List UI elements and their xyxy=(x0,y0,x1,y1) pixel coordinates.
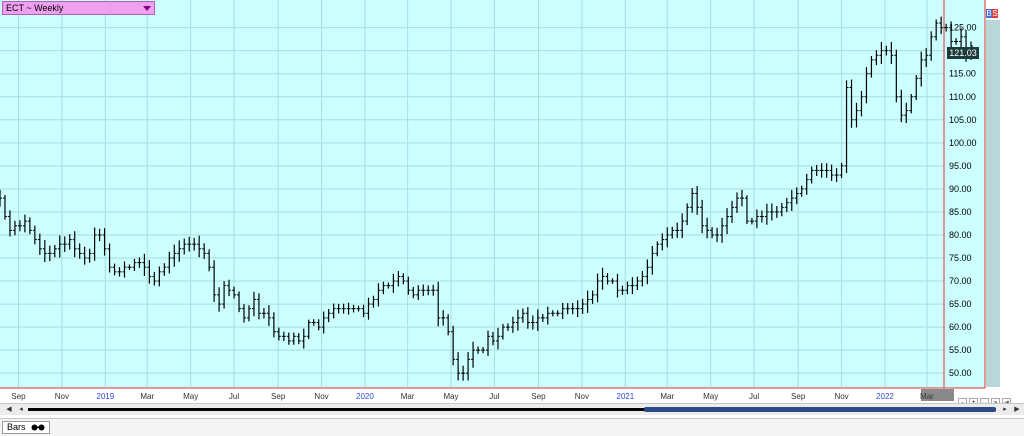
x-tick-label: Nov xyxy=(55,392,69,401)
y-tick-label: 55.00 xyxy=(949,345,972,355)
last-price-label: 121.03 xyxy=(947,47,979,59)
y-tick-label: 65.00 xyxy=(949,299,972,309)
price-chart[interactable]: 50.00 55.00 60.00 65.00 70.00 75.00 80.00 85.00… xyxy=(0,0,1024,402)
x-tick-label: 2021 xyxy=(616,392,634,401)
tab-bars[interactable]: Bars xyxy=(2,421,51,434)
x-tick-label: Sep xyxy=(531,392,546,401)
x-tick-label: Nov xyxy=(834,392,848,401)
y-tick-label: 75.00 xyxy=(949,253,972,263)
chart-window: 50.00 55.00 60.00 65.00 70.00 75.00 80.00 85.00… xyxy=(0,0,1024,436)
y-tick-label: 100.00 xyxy=(949,138,977,148)
symbol-label: ECT ~ Weekly xyxy=(6,3,64,13)
scroll-right-icon[interactable]: ▶ xyxy=(1012,405,1022,415)
y-tick-label: 115.00 xyxy=(949,69,976,79)
y-tick-label: 90.00 xyxy=(949,184,972,194)
x-tick-label: Nov xyxy=(575,392,589,401)
y-tick-label: 80.00 xyxy=(949,230,972,240)
y-tick-label: 60.00 xyxy=(949,322,972,332)
symbol-selector[interactable]: ECT ~ Weekly xyxy=(2,1,155,15)
horizontal-scrollbar[interactable]: ◀ ◂ ▸ ▶ xyxy=(0,403,1024,415)
y-tick-label: 50.00 xyxy=(949,368,972,378)
y-tick-label: 125.00 xyxy=(949,23,977,33)
x-tick-label: Jul xyxy=(489,392,499,401)
tab-bars-label: Bars xyxy=(7,422,26,432)
x-tick-label: Mar xyxy=(660,392,674,401)
scroll-step-right-icon[interactable]: ▸ xyxy=(1000,405,1010,415)
glasses-icon xyxy=(31,424,45,431)
status-bar: Bars xyxy=(0,418,1024,436)
scroll-thumb[interactable] xyxy=(644,407,996,412)
dropdown-arrow-icon xyxy=(143,6,151,11)
x-tick-label: Nov xyxy=(314,392,328,401)
y-tick-label: 85.00 xyxy=(949,207,972,217)
x-tick-label: 2019 xyxy=(96,392,114,401)
x-tick-label: Jul xyxy=(229,392,239,401)
chart-nav-buttons: ‐+↔»⇥ xyxy=(958,391,1013,407)
scroll-left-icon[interactable]: ◀ xyxy=(4,405,14,415)
x-tick-label: Mar xyxy=(920,392,934,401)
x-tick-label: Sep xyxy=(11,392,26,401)
x-tick-label: Mar xyxy=(401,392,415,401)
x-tick-label: May xyxy=(443,392,458,401)
x-tick-label: Sep xyxy=(271,392,286,401)
scale-strip xyxy=(986,20,1000,387)
x-tick-label: Sep xyxy=(791,392,806,401)
x-tick-label: May xyxy=(703,392,718,401)
x-tick-label: 2022 xyxy=(876,392,894,401)
sell-tag[interactable]: S xyxy=(992,9,998,18)
y-tick-label: 110.00 xyxy=(949,92,976,102)
x-tick-label: 2020 xyxy=(356,392,374,401)
y-tick-label: 105.00 xyxy=(949,115,977,125)
scroll-step-left-icon[interactable]: ◂ xyxy=(16,405,26,415)
x-tick-label: May xyxy=(183,392,198,401)
y-tick-label: 95.00 xyxy=(949,161,972,171)
x-tick-label: Mar xyxy=(140,392,154,401)
x-tick-label: Jul xyxy=(749,392,759,401)
y-tick-label: 70.00 xyxy=(949,276,972,286)
